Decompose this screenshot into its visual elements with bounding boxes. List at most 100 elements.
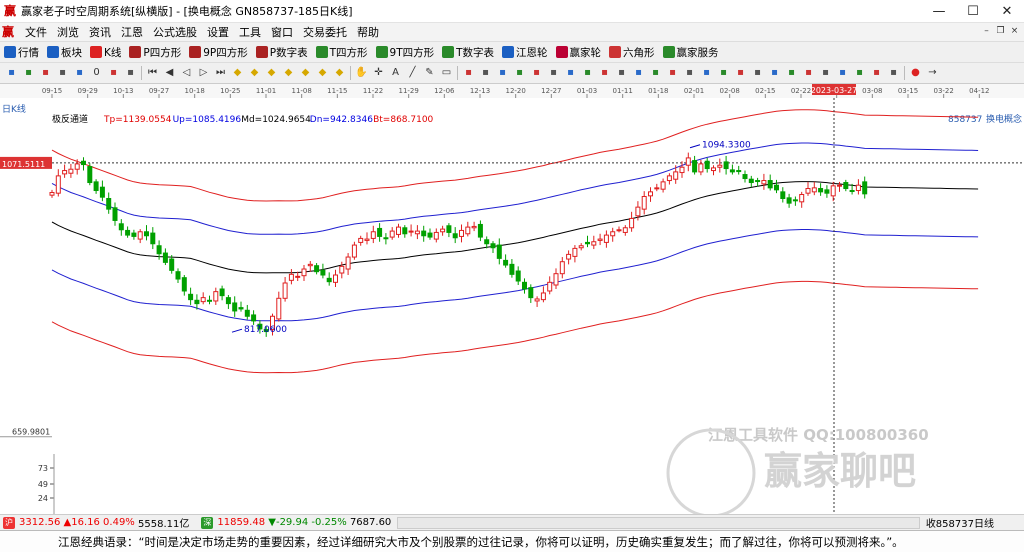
- tool10-icon[interactable]: ▪: [700, 66, 714, 80]
- diamond-icon[interactable]: ◆: [316, 66, 330, 80]
- toolbar-button-0[interactable]: 行情: [0, 45, 43, 60]
- menu-file[interactable]: 文件: [20, 24, 52, 40]
- hand-icon[interactable]: ✋: [355, 66, 369, 80]
- menu-trade[interactable]: 交易委托: [298, 24, 352, 40]
- cam2-icon[interactable]: ▪: [530, 66, 544, 80]
- mdi-restore-icon[interactable]: ❐: [995, 26, 1006, 37]
- tool-icon[interactable]: ▪: [547, 66, 561, 80]
- kline-chart[interactable]: 09-15 09-29 10-13 09-27 10-18 10-25 11-01 11-08…: [0, 84, 1024, 514]
- arrow-icon[interactable]: →: [926, 66, 940, 80]
- x-tick-label: 02-01: [684, 87, 704, 95]
- prev-icon[interactable]: ◀: [163, 66, 177, 80]
- candle-body: [131, 232, 137, 237]
- tool16-icon[interactable]: ▪: [802, 66, 816, 80]
- diamond-icon[interactable]: ◆: [333, 66, 347, 80]
- tool12-icon[interactable]: ▪: [734, 66, 748, 80]
- toolbar-button-2[interactable]: K线: [86, 45, 125, 60]
- color-icon[interactable]: ●: [909, 66, 923, 80]
- menu-formula[interactable]: 公式选股: [148, 24, 202, 40]
- last-icon[interactable]: ⏭: [214, 66, 228, 80]
- grid2-icon[interactable]: ▪: [462, 66, 476, 80]
- mdi-minimize-icon[interactable]: –: [981, 26, 992, 37]
- diamond-icon[interactable]: ◆: [299, 66, 313, 80]
- candle-body: [251, 314, 257, 322]
- menu-settings[interactable]: 设置: [202, 24, 234, 40]
- candle-body: [805, 188, 811, 194]
- tool21-icon[interactable]: ▪: [887, 66, 901, 80]
- eraser-icon[interactable]: ▭: [440, 66, 454, 80]
- menu-window[interactable]: 窗口: [266, 24, 298, 40]
- text-icon[interactable]: A: [389, 66, 403, 80]
- sort-icon[interactable]: ▪: [107, 66, 121, 80]
- diamond-icon[interactable]: ◆: [248, 66, 262, 80]
- next-icon[interactable]: ▷: [197, 66, 211, 80]
- toolbar-button-10[interactable]: 赢家轮: [552, 45, 606, 60]
- draw-icon[interactable]: ╱: [406, 66, 420, 80]
- chart-icon[interactable]: ▪: [39, 66, 53, 80]
- tool17-icon[interactable]: ▪: [819, 66, 833, 80]
- back-icon[interactable]: ◁: [180, 66, 194, 80]
- first-icon[interactable]: ⏮: [146, 66, 160, 80]
- toolbar-button-4[interactable]: 9P四方形: [185, 45, 252, 60]
- candle-body: [459, 229, 464, 237]
- mdi-close-icon[interactable]: ×: [1009, 26, 1020, 37]
- layout3-icon[interactable]: ▪: [496, 66, 510, 80]
- x-tick-label: 09-27: [149, 87, 169, 95]
- cam-icon[interactable]: ▪: [513, 66, 527, 80]
- calc-icon[interactable]: ▪: [73, 66, 87, 80]
- candle-body: [692, 160, 698, 173]
- tool8-icon[interactable]: ▪: [666, 66, 680, 80]
- menu-bar: 赢 文件 浏览 资讯 江恩 公式选股 设置 工具 窗口 交易委托 帮助 – ❐ …: [0, 23, 1024, 42]
- candle-body: [862, 181, 868, 195]
- cross-icon[interactable]: ✛: [372, 66, 386, 80]
- tool19-icon[interactable]: ▪: [853, 66, 867, 80]
- tool9-icon[interactable]: ▪: [683, 66, 697, 80]
- tool14-icon[interactable]: ▪: [768, 66, 782, 80]
- toolbar-button-5[interactable]: P数字表: [252, 45, 312, 60]
- tool5-icon[interactable]: ▪: [615, 66, 629, 80]
- close-button[interactable]: ✕: [990, 0, 1024, 23]
- tool4-icon[interactable]: ▪: [598, 66, 612, 80]
- toolbar-label: 江恩轮: [516, 46, 548, 59]
- tools-icon[interactable]: ▪: [22, 66, 36, 80]
- tool20-icon[interactable]: ▪: [870, 66, 884, 80]
- toolbar-button-11[interactable]: 六角形: [605, 45, 659, 60]
- toolbar-button-12[interactable]: 赢家服务: [659, 45, 723, 60]
- tool11-icon[interactable]: ▪: [717, 66, 731, 80]
- zero-icon[interactable]: 0: [90, 66, 104, 80]
- layout-icon[interactable]: ▪: [56, 66, 70, 80]
- candle-body: [660, 181, 666, 190]
- menu-gann[interactable]: 江恩: [116, 24, 148, 40]
- candle-body: [515, 270, 521, 282]
- layout2-icon[interactable]: ▪: [479, 66, 493, 80]
- diamond-icon[interactable]: ◆: [231, 66, 245, 80]
- toolbar-button-3[interactable]: P四方形: [125, 45, 185, 60]
- x-tick-label: 01-03: [577, 87, 597, 95]
- toolbar-button-6[interactable]: T四方形: [312, 45, 372, 60]
- menu-help[interactable]: 帮助: [352, 24, 384, 40]
- toolbar-button-1[interactable]: 板块: [43, 45, 86, 60]
- diamond-icon[interactable]: ◆: [265, 66, 279, 80]
- toolbar-button-8[interactable]: T数字表: [438, 45, 498, 60]
- tool3-icon[interactable]: ▪: [581, 66, 595, 80]
- minimize-button[interactable]: —: [922, 0, 956, 23]
- tool18-icon[interactable]: ▪: [836, 66, 850, 80]
- toolbar-button-7[interactable]: 9T四方形: [372, 45, 439, 60]
- tool13-icon[interactable]: ▪: [751, 66, 765, 80]
- x-tick-label: 09-29: [77, 87, 97, 95]
- chart-area[interactable]: 09-15 09-29 10-13 09-27 10-18 10-25 11-01 11-08…: [0, 84, 1024, 514]
- maximize-button[interactable]: ☐: [956, 0, 990, 23]
- diamond-icon[interactable]: ◆: [282, 66, 296, 80]
- tool2-icon[interactable]: ▪: [564, 66, 578, 80]
- bar-icon[interactable]: ▪: [124, 66, 138, 80]
- tool15-icon[interactable]: ▪: [785, 66, 799, 80]
- horizontal-scrollbar[interactable]: [397, 516, 920, 529]
- grid-icon[interactable]: ▪: [5, 66, 19, 80]
- menu-news[interactable]: 资讯: [84, 24, 116, 40]
- menu-browse[interactable]: 浏览: [52, 24, 84, 40]
- tool6-icon[interactable]: ▪: [632, 66, 646, 80]
- pen-icon[interactable]: ✎: [423, 66, 437, 80]
- toolbar-button-9[interactable]: 江恩轮: [498, 45, 552, 60]
- tool7-icon[interactable]: ▪: [649, 66, 663, 80]
- menu-tools[interactable]: 工具: [234, 24, 266, 40]
